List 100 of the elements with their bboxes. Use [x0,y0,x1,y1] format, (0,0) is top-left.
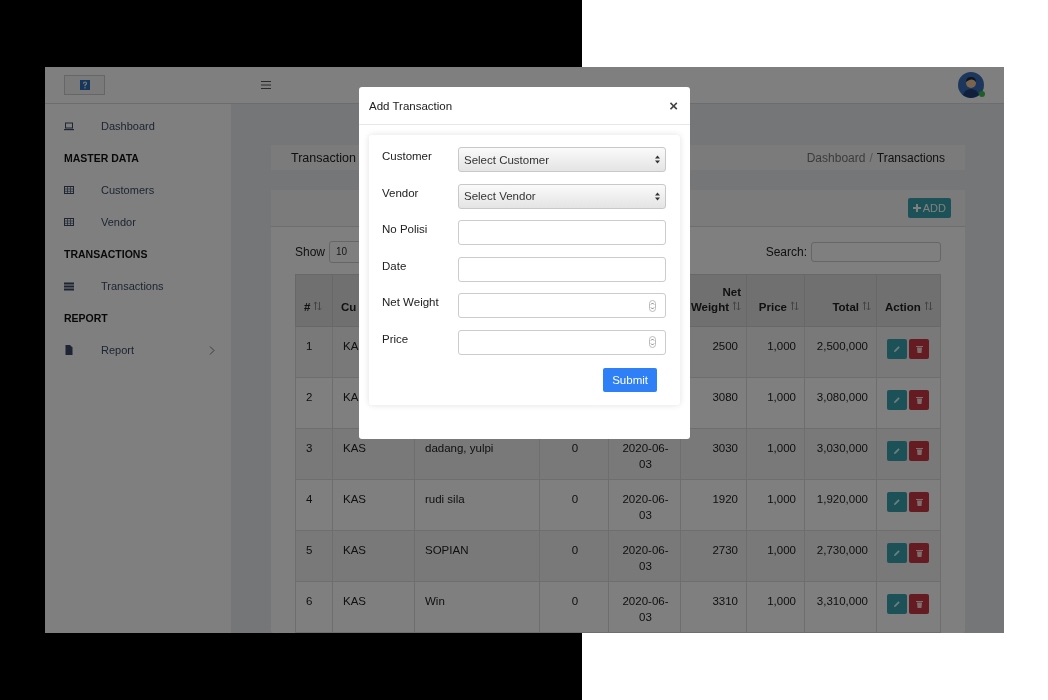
table-cell: 3,310,000 [804,581,877,633]
sidebar-heading: REPORT [63,311,109,326]
number-field[interactable] [458,293,666,319]
table-cell: 1,920,000 [804,479,877,531]
modal-title: Add Transaction [369,99,453,112]
trash-icon [915,498,923,506]
table-cell: 1920 [680,479,747,531]
field-label: Net Weight [382,295,440,309]
table-cell: KAS [332,479,415,531]
field-label: Customer [382,149,433,162]
sort-icon[interactable] [862,301,871,312]
sort-icon[interactable] [732,301,741,312]
logo[interactable] [64,75,105,95]
pencil-icon [893,345,901,353]
sidebar-item[interactable]: Customers [45,174,231,206]
user-silhouette-icon [958,72,984,98]
field-label: Date [382,258,408,272]
field-label: Price [382,331,410,345]
submit-button[interactable]: Submit [603,367,657,392]
column-header[interactable]: Total [804,274,877,327]
table-cell: 2,500,000 [804,326,877,378]
table-cell: 1,000 [746,326,805,378]
table-cell: 4 [295,479,333,531]
laptop-icon [64,121,74,131]
table-cell: KAS [332,581,415,633]
input-field[interactable] [458,256,666,282]
spinner-icon[interactable] [649,336,656,349]
column-header[interactable]: Action [876,274,941,327]
select-arrows-icon [655,191,660,201]
spinner-icon[interactable] [649,299,656,312]
page-title: Transaction [291,150,356,165]
table-cell: 1,000 [746,428,805,480]
table-cell: 0 [539,479,609,531]
avatar[interactable] [958,72,984,98]
edit-button[interactable] [887,543,907,563]
table-cell: 1 [295,326,333,378]
trash-icon [915,600,923,608]
sort-icon[interactable] [790,301,799,312]
edit-button[interactable] [887,390,907,410]
table-cell: 3 [295,428,333,480]
list-icon [64,281,74,291]
delete-button[interactable] [909,390,929,410]
sidebar-item[interactable]: Vendor [45,206,231,238]
delete-button[interactable] [909,339,929,359]
table-cell: 2 [295,377,333,429]
input-field[interactable] [458,220,666,246]
sort-icon[interactable] [923,301,933,312]
breadcrumb-item: Transactions [876,150,945,165]
edit-button[interactable] [887,594,907,614]
trash-icon [915,345,923,353]
field-label: Vendor [382,185,420,199]
table-cell: 1,000 [746,479,805,531]
select-field[interactable]: Select Customer [458,147,666,172]
delete-button[interactable] [909,492,929,512]
pencil-icon [893,396,901,404]
table-cell: Win [414,581,540,633]
trash-icon [915,447,923,455]
table-cell: 3030 [680,428,747,480]
table-cell: 3310 [680,581,747,633]
table-cell: SOPIAN [414,530,540,582]
delete-button[interactable] [909,594,929,614]
select-field[interactable]: Select Vendor [458,183,666,209]
table-cell: 1,000 [746,377,805,429]
table-cell: 6 [295,581,333,633]
show-label: Show [295,245,326,259]
table-icon [64,217,74,227]
add-button[interactable]: ADD [907,198,951,218]
sidebar-heading: TRANSACTIONS [63,247,149,262]
table-cell: 2,730,000 [804,530,877,582]
search-field[interactable] [811,242,941,262]
delete-button[interactable] [909,543,929,563]
sidebar-item[interactable]: Dashboard [45,110,231,142]
pencil-icon [893,447,901,455]
table-cell: 2020-06-03 [608,581,681,633]
table-cell: 2730 [680,530,747,582]
sort-icon[interactable] [313,301,323,312]
close-button[interactable]: × [667,97,680,114]
table-cell: 2020-06-03 [608,530,681,582]
file-icon [64,345,74,355]
edit-button[interactable] [887,441,907,461]
pencil-icon [893,498,901,506]
table-cell: 0 [539,530,609,582]
breadcrumb-item[interactable]: Dashboard [806,150,866,165]
online-indicator [979,91,985,97]
table-cell: 0 [539,581,609,633]
field-label: No Polisi [382,222,429,236]
table-cell: 1,000 [746,581,805,633]
breadcrumb-separator: / [869,150,873,165]
column-header[interactable]: # [295,274,333,327]
number-field[interactable] [458,329,666,355]
edit-button[interactable] [887,339,907,359]
sidebar-heading: MASTER DATA [63,151,140,166]
table-cell: 3,030,000 [804,428,877,480]
column-header[interactable]: Price [746,274,805,327]
sidebar-item[interactable]: Report [45,334,231,366]
edit-button[interactable] [887,492,907,512]
trash-icon [915,396,923,404]
delete-button[interactable] [909,441,929,461]
sidebar-item[interactable]: Transactions [45,270,231,302]
menu-icon[interactable] [261,81,271,89]
